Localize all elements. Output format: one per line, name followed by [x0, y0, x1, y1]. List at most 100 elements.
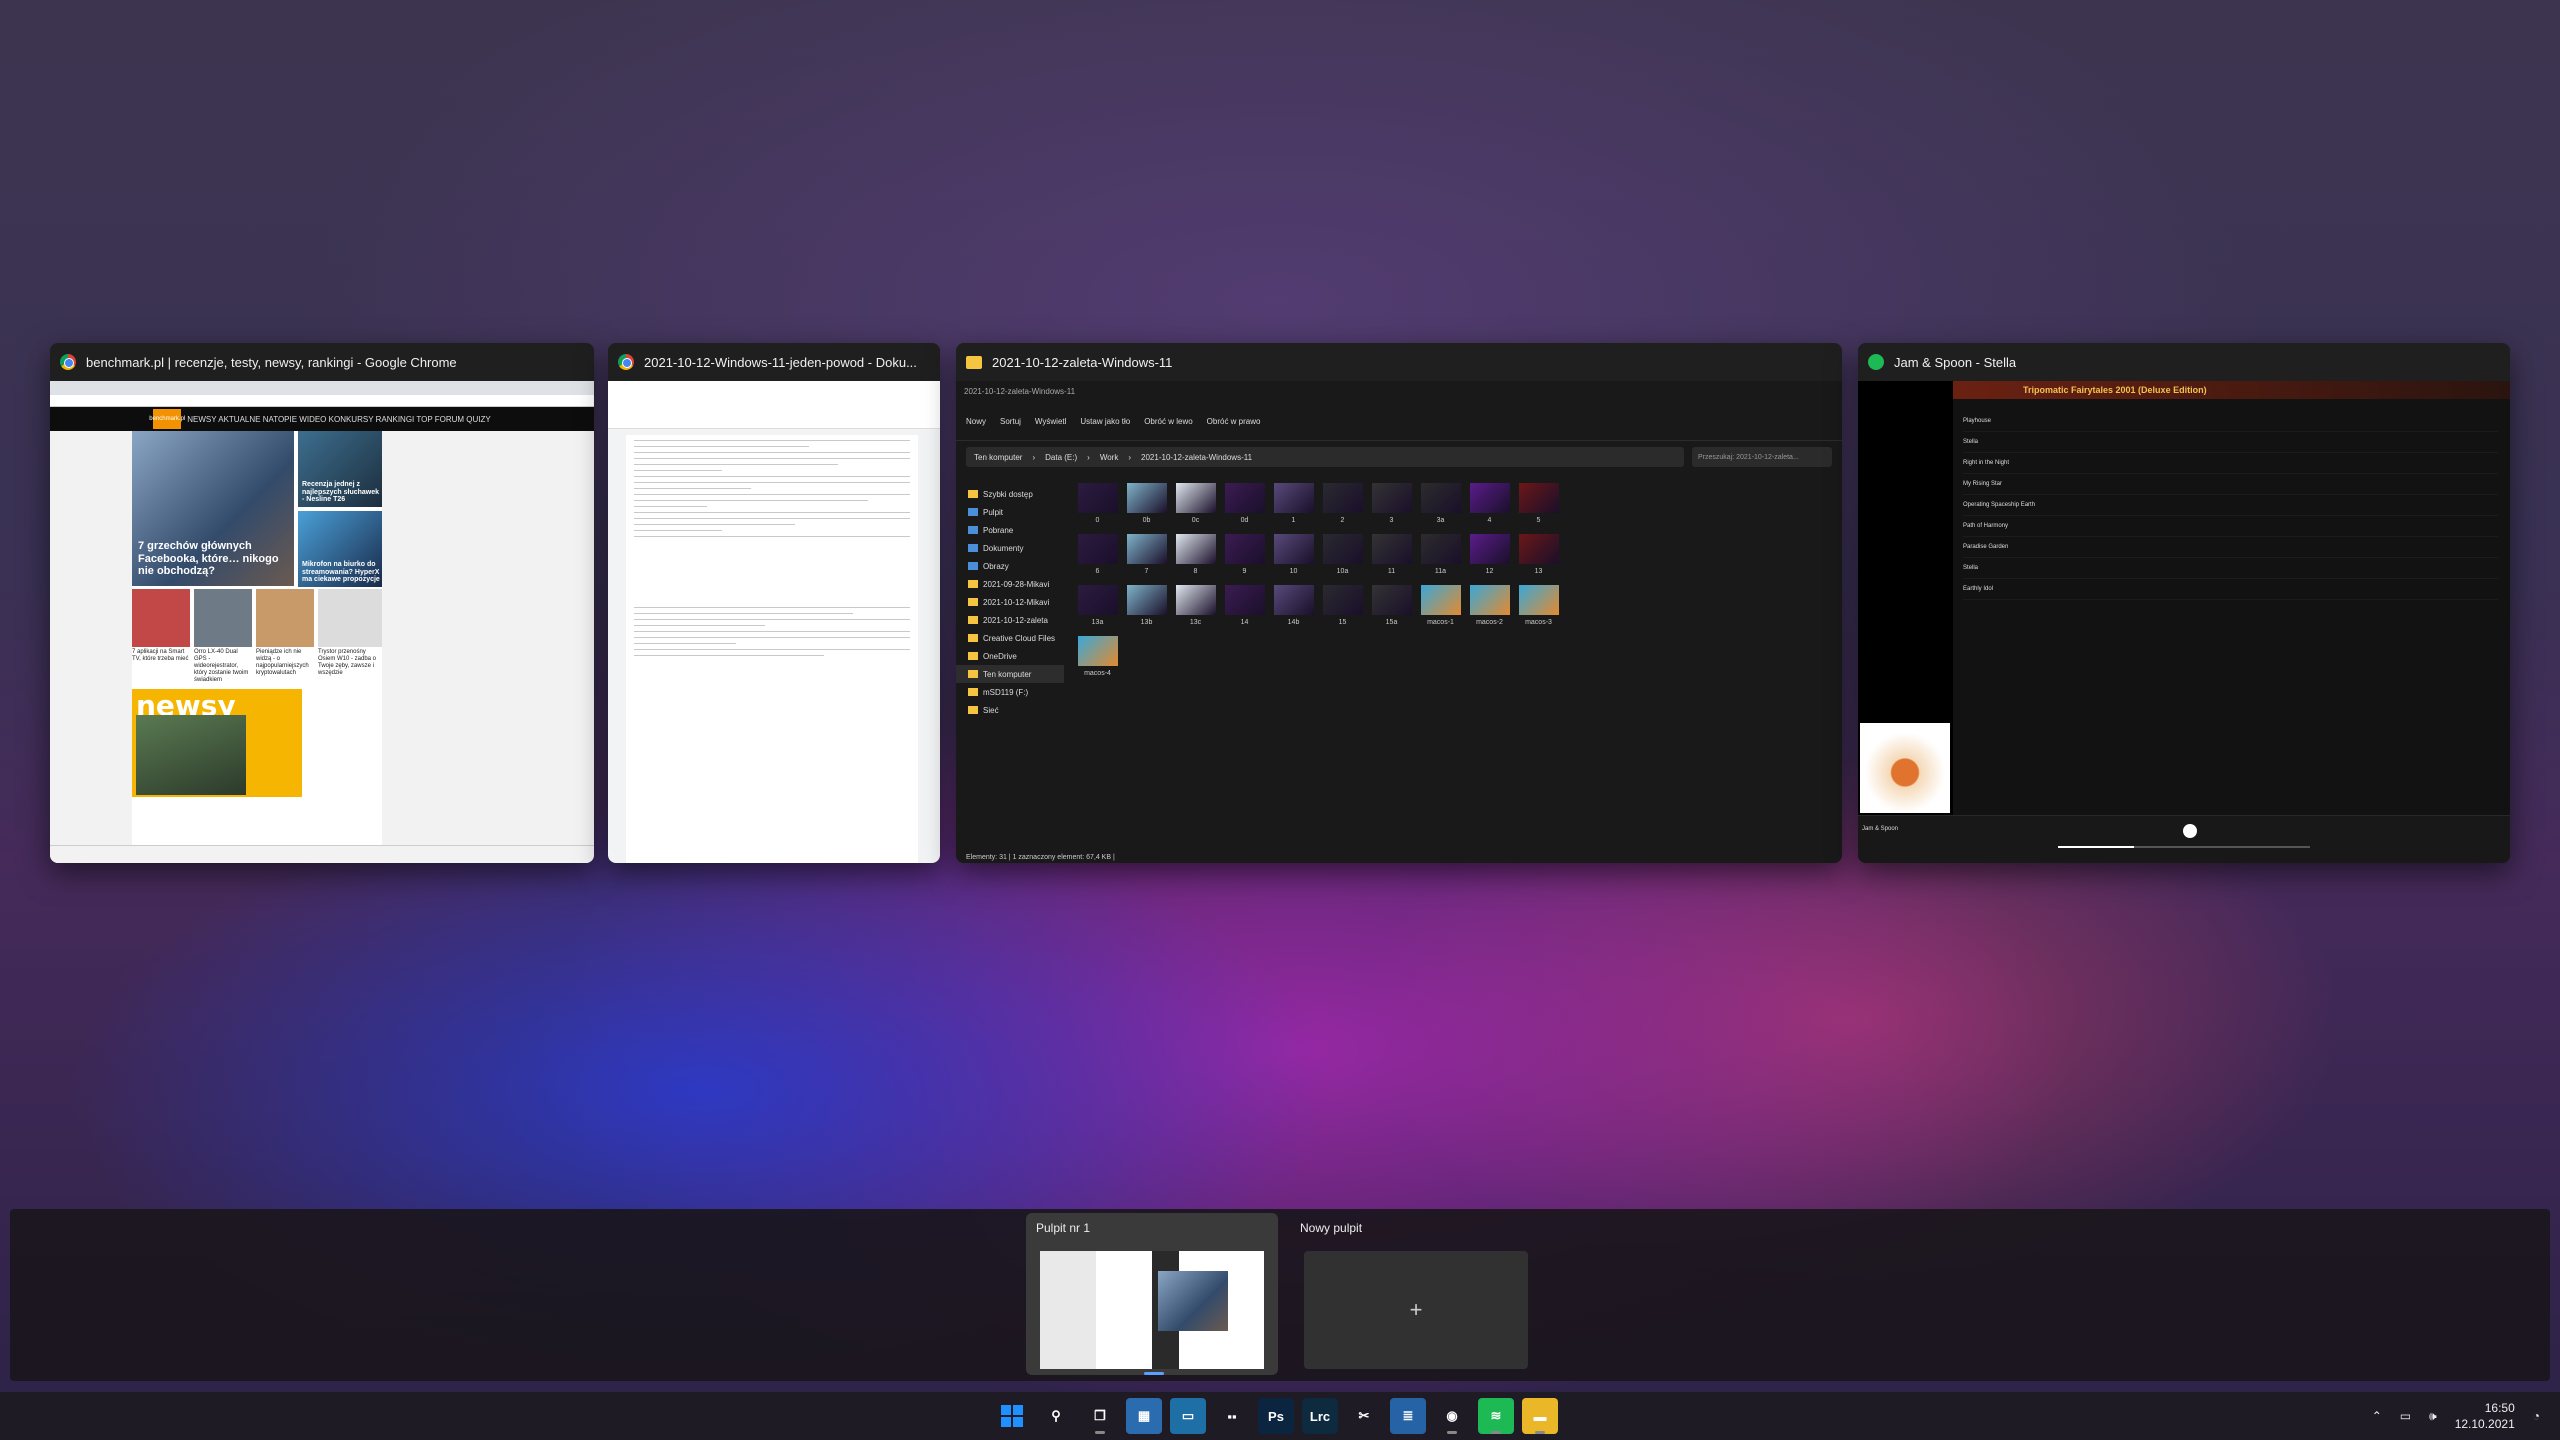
- track-row[interactable]: My Rising Star: [1963, 474, 2498, 495]
- teams-icon[interactable]: ▭: [1170, 1398, 1206, 1434]
- view-button[interactable]: Wyświetl: [1035, 417, 1066, 426]
- window-title-bar[interactable]: 2021-10-12-zaleta-Windows-11: [956, 343, 1842, 381]
- notification-icon[interactable]: ◔: [2533, 1409, 2540, 1423]
- nav-item[interactable]: Creative Cloud Files: [956, 629, 1064, 647]
- nav-item[interactable]: 2021-09-28-Mikavi: [956, 575, 1064, 593]
- file-item[interactable]: 1: [1270, 477, 1317, 524]
- track-row[interactable]: Playhouse: [1963, 411, 2498, 432]
- file-item[interactable]: macos-4: [1074, 630, 1121, 677]
- playback-progress[interactable]: [2058, 846, 2310, 848]
- file-item[interactable]: 4: [1466, 477, 1513, 524]
- chevron-up-icon[interactable]: ⌃: [2372, 1409, 2382, 1423]
- window-chrome-benchmark[interactable]: benchmark.pl | recenzje, testy, newsy, r…: [50, 343, 594, 863]
- file-item[interactable]: 14b: [1270, 579, 1317, 626]
- photoshop-icon[interactable]: Ps: [1258, 1398, 1294, 1434]
- file-item[interactable]: 2: [1319, 477, 1366, 524]
- file-item[interactable]: 15a: [1368, 579, 1415, 626]
- widgets-icon[interactable]: ▦: [1126, 1398, 1162, 1434]
- file-item[interactable]: macos-1: [1417, 579, 1464, 626]
- file-item[interactable]: 13b: [1123, 579, 1170, 626]
- rotate-left-button[interactable]: Obróć w lewo: [1144, 417, 1192, 426]
- file-item[interactable]: 13c: [1172, 579, 1219, 626]
- file-item[interactable]: macos-3: [1515, 579, 1562, 626]
- nav-item[interactable]: Szybki dostęp: [956, 485, 1064, 503]
- file-item[interactable]: macos-2: [1466, 579, 1513, 626]
- window-title-bar[interactable]: 2021-10-12-Windows-11-jeden-powod - Doku…: [608, 343, 940, 381]
- new-desktop[interactable]: Nowy pulpit +: [1290, 1213, 1542, 1375]
- file-item[interactable]: 12: [1466, 528, 1513, 575]
- track-row[interactable]: Right in the Night: [1963, 453, 2498, 474]
- file-item[interactable]: 7: [1123, 528, 1170, 575]
- taskbar-app-icon[interactable]: ▪▪: [1214, 1398, 1250, 1434]
- nav-item[interactable]: Pobrane: [956, 521, 1064, 539]
- nav-item[interactable]: mSD119 (F:): [956, 683, 1064, 701]
- play-pause-button[interactable]: [2183, 824, 2197, 838]
- track-row[interactable]: Stella: [1963, 558, 2498, 579]
- file-item[interactable]: 13: [1515, 528, 1562, 575]
- search-input[interactable]: Przeszukaj: 2021-10-12-zaleta...: [1692, 447, 1832, 467]
- nav-item[interactable]: Pulpit: [956, 503, 1064, 521]
- nav-item[interactable]: Dokumenty: [956, 539, 1064, 557]
- file-item[interactable]: 3: [1368, 477, 1415, 524]
- file-item[interactable]: 11a: [1417, 528, 1464, 575]
- track-row[interactable]: Operating Spaceship Earth: [1963, 495, 2498, 516]
- volume-icon[interactable]: 🕪: [2429, 1409, 2437, 1424]
- file-item[interactable]: 5: [1515, 477, 1562, 524]
- nav-item[interactable]: Sieć: [956, 701, 1064, 719]
- file-item[interactable]: 9: [1221, 528, 1268, 575]
- window-title-bar[interactable]: benchmark.pl | recenzje, testy, newsy, r…: [50, 343, 594, 381]
- track-row[interactable]: Earthly Idol: [1963, 579, 2498, 600]
- icon-glyph: ▦: [1137, 1408, 1151, 1423]
- breadcrumb-item[interactable]: Data (E:): [1045, 453, 1077, 462]
- file-item[interactable]: 10a: [1319, 528, 1366, 575]
- task-view-icon[interactable]: ❐: [1082, 1398, 1118, 1434]
- nav-item[interactable]: OneDrive: [956, 647, 1064, 665]
- snipping-tool-icon[interactable]: ✂: [1346, 1398, 1382, 1434]
- file-item[interactable]: 3a: [1417, 477, 1464, 524]
- file-item[interactable]: 8: [1172, 528, 1219, 575]
- chrome-icon[interactable]: ◉: [1434, 1398, 1470, 1434]
- track-row[interactable]: Path of Harmony: [1963, 516, 2498, 537]
- nav-item[interactable]: Ten komputer: [956, 665, 1064, 683]
- window-chrome-docs[interactable]: 2021-10-12-Windows-11-jeden-powod - Doku…: [608, 343, 940, 863]
- file-item[interactable]: 11: [1368, 528, 1415, 575]
- breadcrumb-item[interactable]: 2021-10-12-zaleta-Windows-11: [1141, 453, 1252, 462]
- window-spotify[interactable]: Jam & Spoon - Stella Tripomatic Fairytal…: [1858, 343, 2510, 863]
- breadcrumb[interactable]: Ten komputer › Data (E:) › Work › 2021-10-1…: [966, 447, 1684, 467]
- sort-button[interactable]: Sortuj: [1000, 417, 1021, 426]
- file-item[interactable]: 15: [1319, 579, 1366, 626]
- window-file-explorer[interactable]: 2021-10-12-zaleta-Windows-11 2021-10-12-…: [956, 343, 1842, 863]
- clock[interactable]: 16:50 12.10.2021: [2455, 1400, 2515, 1432]
- file-item[interactable]: 13a: [1074, 579, 1121, 626]
- file-explorer-icon[interactable]: ▬: [1522, 1398, 1558, 1434]
- rotate-right-button[interactable]: Obróć w prawo: [1207, 417, 1261, 426]
- desktop-1[interactable]: Pulpit nr 1: [1026, 1213, 1278, 1375]
- file-item[interactable]: 0d: [1221, 477, 1268, 524]
- start-icon[interactable]: [994, 1398, 1030, 1434]
- network-icon[interactable]: ▭: [2400, 1409, 2411, 1423]
- track-row[interactable]: Paradise Garden: [1963, 537, 2498, 558]
- window-title-bar[interactable]: Jam & Spoon - Stella: [1858, 343, 2510, 381]
- article-thumb: [194, 589, 252, 647]
- add-desktop-button[interactable]: +: [1304, 1251, 1528, 1369]
- file-item[interactable]: 10: [1270, 528, 1317, 575]
- nav-item[interactable]: Obrazy: [956, 557, 1064, 575]
- new-button[interactable]: Nowy: [966, 417, 986, 426]
- set-background-button[interactable]: Ustaw jako tło: [1080, 417, 1130, 426]
- nav-item[interactable]: 2021-10-12-zaleta: [956, 611, 1064, 629]
- notepad-icon[interactable]: ≣: [1390, 1398, 1426, 1434]
- track-row[interactable]: Stella: [1963, 432, 2498, 453]
- breadcrumb-item[interactable]: Ten komputer: [974, 453, 1022, 462]
- search-icon[interactable]: ⚲: [1038, 1398, 1074, 1434]
- nav-item[interactable]: 2021-10-12-Mikavi: [956, 593, 1064, 611]
- file-item[interactable]: 14: [1221, 579, 1268, 626]
- breadcrumb-item[interactable]: Work: [1100, 453, 1119, 462]
- spotify-icon[interactable]: ≋: [1478, 1398, 1514, 1434]
- icon-glyph: ⚲: [1051, 1408, 1061, 1423]
- lightroom-icon[interactable]: Lrc: [1302, 1398, 1338, 1434]
- file-item[interactable]: 6: [1074, 528, 1121, 575]
- time: 16:50: [2484, 1400, 2515, 1415]
- file-item[interactable]: 0b: [1123, 477, 1170, 524]
- file-item[interactable]: 0c: [1172, 477, 1219, 524]
- file-item[interactable]: 0: [1074, 477, 1121, 524]
